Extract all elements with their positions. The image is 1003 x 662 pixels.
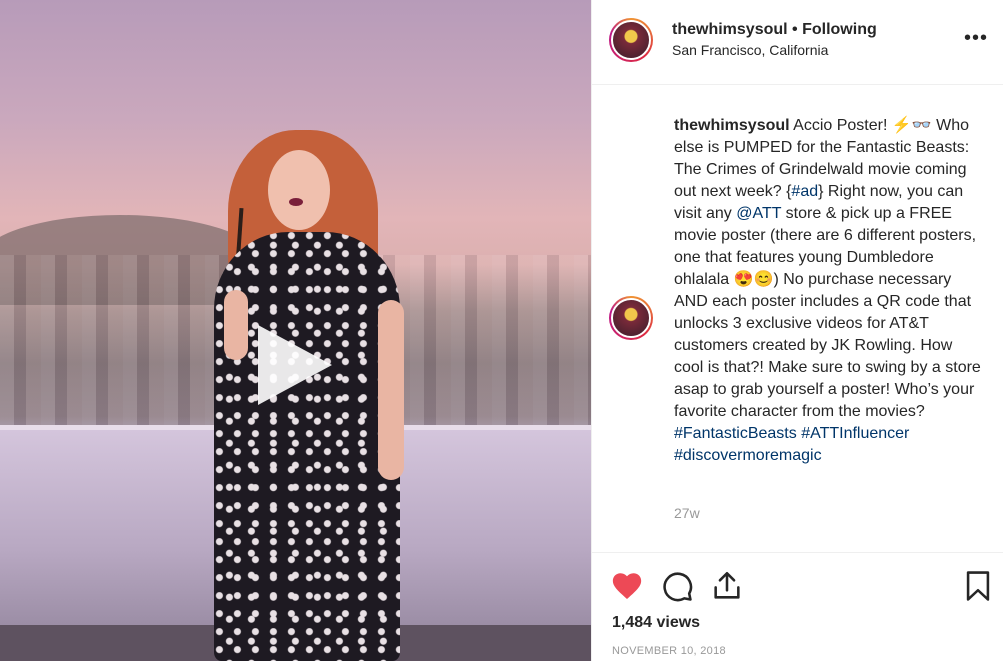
post-side-panel: thewhimsysoul • Following San Francisco,… xyxy=(591,0,1003,661)
post-age[interactable]: 27w xyxy=(674,505,700,521)
post-video[interactable] xyxy=(0,0,591,661)
caption-link[interactable]: #ATTInfluencer xyxy=(801,425,909,442)
view-count[interactable]: 1,484 views xyxy=(612,614,700,632)
post-header: thewhimsysoul • Following San Francisco,… xyxy=(592,0,1003,85)
caption-link[interactable]: @ATT xyxy=(736,205,781,222)
caption-text: thewhimsysoul Accio Poster! ⚡👓 Who else … xyxy=(674,115,986,467)
caption-link[interactable]: #ad xyxy=(791,183,818,200)
play-icon[interactable] xyxy=(258,325,332,405)
woman-lips xyxy=(289,198,303,206)
action-bar: 1,484 views NOVEMBER 10, 2018 xyxy=(592,552,1003,662)
comment-icon[interactable] xyxy=(660,569,694,603)
username-link[interactable]: thewhimsysoul xyxy=(672,21,788,38)
bookmark-icon[interactable] xyxy=(961,569,995,603)
separator: • xyxy=(792,21,798,38)
heart-icon[interactable] xyxy=(610,569,644,603)
caption-avatar[interactable] xyxy=(609,296,653,340)
share-icon[interactable] xyxy=(710,569,744,603)
header-line: thewhimsysoul • Following xyxy=(672,21,877,39)
woman-arm-right xyxy=(378,300,404,480)
avatar[interactable] xyxy=(609,18,653,62)
caption-username[interactable]: thewhimsysoul xyxy=(674,117,790,134)
following-button[interactable]: Following xyxy=(802,21,877,38)
more-icon[interactable]: ••• xyxy=(964,28,988,48)
caption-segment: store & pick up a FREE movie poster (the… xyxy=(674,205,981,420)
post-date: NOVEMBER 10, 2018 xyxy=(612,645,726,657)
woman-arm-left xyxy=(224,290,248,360)
location-link[interactable]: San Francisco, California xyxy=(672,42,828,58)
woman-face xyxy=(268,150,330,230)
caption-link[interactable]: #discovermoremagic xyxy=(674,447,822,464)
caption-link[interactable]: #FantasticBeasts xyxy=(674,425,797,442)
